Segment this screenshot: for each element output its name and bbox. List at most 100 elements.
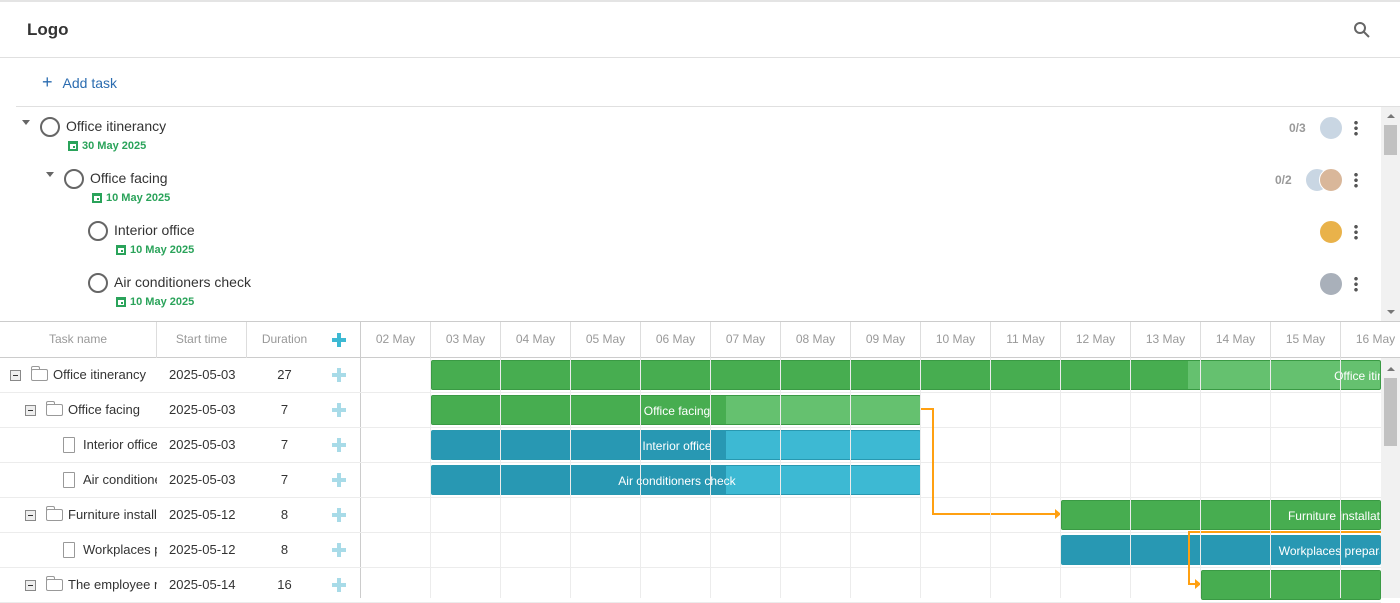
more-options-icon[interactable] (1354, 172, 1358, 188)
task-name[interactable]: Office itinerancy (66, 118, 166, 134)
search-icon[interactable] (1353, 21, 1371, 39)
duration-cell[interactable]: 7 (247, 463, 322, 498)
add-subtask-icon[interactable] (331, 402, 347, 418)
collapse-caret-icon[interactable] (22, 120, 30, 125)
start-time-cell[interactable]: 2025-05-03 (169, 358, 249, 393)
task-name[interactable]: Air conditioners check (114, 274, 251, 290)
grid-line (640, 358, 641, 598)
collapse-toggle-icon[interactable] (10, 370, 21, 381)
start-time-cell[interactable]: 2025-05-03 (169, 393, 249, 428)
collapse-toggle-icon[interactable] (25, 510, 36, 521)
task-list-item[interactable]: Office facing 10 May 2025 0/2 (16, 161, 1381, 213)
task-name-cell[interactable]: Interior office (83, 428, 157, 463)
add-root-task-icon[interactable] (331, 332, 347, 348)
app-header: Logo (0, 2, 1400, 58)
day-header: 10 May (921, 322, 991, 358)
grid-line (1130, 358, 1131, 598)
task-name[interactable]: Interior office (114, 222, 195, 238)
add-subtask-icon[interactable] (331, 367, 347, 383)
gantt-row[interactable]: Interior office 2025-05-03 7 Interior offic… (0, 428, 1381, 463)
grid-line (500, 358, 501, 598)
task-list-item[interactable]: Office itinerancy 30 May 2025 0/3 (16, 109, 1381, 161)
gantt-row[interactable]: Air conditioners check 2025-05-037 Air con… (0, 463, 1381, 498)
task-name-cell[interactable]: The employee relocation (68, 568, 157, 603)
task-list-item[interactable]: Air conditioners check 10 May 2025 (16, 265, 1381, 317)
day-header: 09 May (851, 322, 921, 358)
grid-line (570, 358, 571, 598)
task-name-cell[interactable]: Workplaces preparation (83, 533, 157, 568)
add-subtask-icon[interactable] (331, 577, 347, 593)
start-time-cell[interactable]: 2025-05-03 (169, 428, 249, 463)
collapse-caret-icon[interactable] (46, 172, 54, 177)
add-subtask-icon[interactable] (331, 472, 347, 488)
add-task-button[interactable]: + Add task (42, 72, 117, 93)
day-header: 07 May (711, 322, 781, 358)
task-name-cell[interactable]: Air conditioners check (83, 463, 157, 498)
gantt-row[interactable]: Workplaces preparation 2025-05-128 Workpla… (0, 533, 1381, 568)
start-time-cell[interactable]: 2025-05-03 (169, 463, 249, 498)
plus-icon: + (42, 72, 53, 92)
duration-cell[interactable]: 8 (247, 498, 322, 533)
gantt-row[interactable]: Office itinerancy 2025-05-0327 Office itin… (0, 358, 1381, 393)
column-header-duration[interactable]: Duration (247, 322, 322, 358)
task-list-scrollbar[interactable] (1381, 107, 1400, 321)
task-bar[interactable]: Interior office (431, 430, 921, 460)
add-subtask-icon[interactable] (331, 437, 347, 453)
task-name[interactable]: Office facing (90, 170, 168, 186)
more-options-icon[interactable] (1354, 276, 1358, 292)
gantt-scrollbar[interactable] (1381, 358, 1400, 598)
complete-checkbox[interactable] (88, 273, 108, 293)
assignee-avatar[interactable] (1319, 272, 1343, 296)
progress-fill (432, 361, 1188, 389)
gantt-row[interactable]: Furniture installation 2025-05-128 Furnitu… (0, 498, 1381, 533)
task-bar[interactable]: Office facing (431, 395, 921, 425)
duration-cell[interactable]: 16 (247, 568, 322, 603)
folder-icon (46, 506, 63, 521)
complete-checkbox[interactable] (64, 169, 84, 189)
task-bar[interactable] (1201, 570, 1381, 600)
complete-checkbox[interactable] (40, 117, 60, 137)
assignee-avatar[interactable] (1319, 220, 1343, 244)
assignee-avatar[interactable] (1319, 116, 1343, 140)
duration-cell[interactable]: 7 (247, 428, 322, 463)
task-bar[interactable]: Furniture installation (1061, 500, 1381, 530)
more-options-icon[interactable] (1354, 224, 1358, 240)
start-time-cell[interactable]: 2025-05-12 (169, 498, 249, 533)
start-time-cell[interactable]: 2025-05-12 (169, 533, 249, 568)
task-list: Office itinerancy 30 May 2025 0/3 Office fa… (16, 106, 1400, 321)
collapse-toggle-icon[interactable] (25, 580, 36, 591)
duration-cell[interactable]: 7 (247, 393, 322, 428)
gantt-row[interactable]: The employee relocation 2025-05-1416 (0, 568, 1381, 603)
duration-cell[interactable]: 27 (247, 358, 322, 393)
duration-cell[interactable]: 8 (247, 533, 322, 568)
assignee-avatar[interactable] (1319, 168, 1343, 192)
due-date: 10 May 2025 (116, 296, 194, 308)
calendar-icon (116, 245, 126, 255)
task-list-item[interactable]: Interior office 10 May 2025 (16, 213, 1381, 265)
start-time-cell[interactable]: 2025-05-14 (169, 568, 249, 603)
folder-icon (31, 366, 48, 381)
due-date: 10 May 2025 (92, 192, 170, 204)
complete-checkbox[interactable] (88, 221, 108, 241)
add-subtask-icon[interactable] (331, 542, 347, 558)
bar-label: Workplaces preparation (1278, 544, 1380, 558)
add-task-label: Add task (62, 74, 117, 91)
more-options-icon[interactable] (1354, 120, 1358, 136)
day-header: 06 May (641, 322, 711, 358)
task-name-cell[interactable]: Office itinerancy (53, 358, 157, 393)
column-header-task-name[interactable]: Task name (0, 322, 157, 358)
task-bar[interactable]: Workplaces preparation (1061, 535, 1381, 565)
bar-label: Office facing (643, 404, 711, 418)
gantt-row[interactable]: Office facing 2025-05-03 7 Office facing (0, 393, 1381, 428)
due-date: 30 May 2025 (68, 140, 146, 152)
task-name-cell[interactable]: Office facing (68, 393, 157, 428)
add-subtask-icon[interactable] (331, 507, 347, 523)
column-header-start-time[interactable]: Start time (157, 322, 247, 358)
bar-label: Furniture installation (1287, 509, 1381, 523)
folder-icon (46, 401, 63, 416)
collapse-toggle-icon[interactable] (25, 405, 36, 416)
task-bar[interactable]: Office itinerancy (431, 360, 1381, 390)
task-name-cell[interactable]: Furniture installation (68, 498, 157, 533)
task-bar[interactable]: Air conditioners check (431, 465, 921, 495)
grid-line (710, 358, 711, 598)
